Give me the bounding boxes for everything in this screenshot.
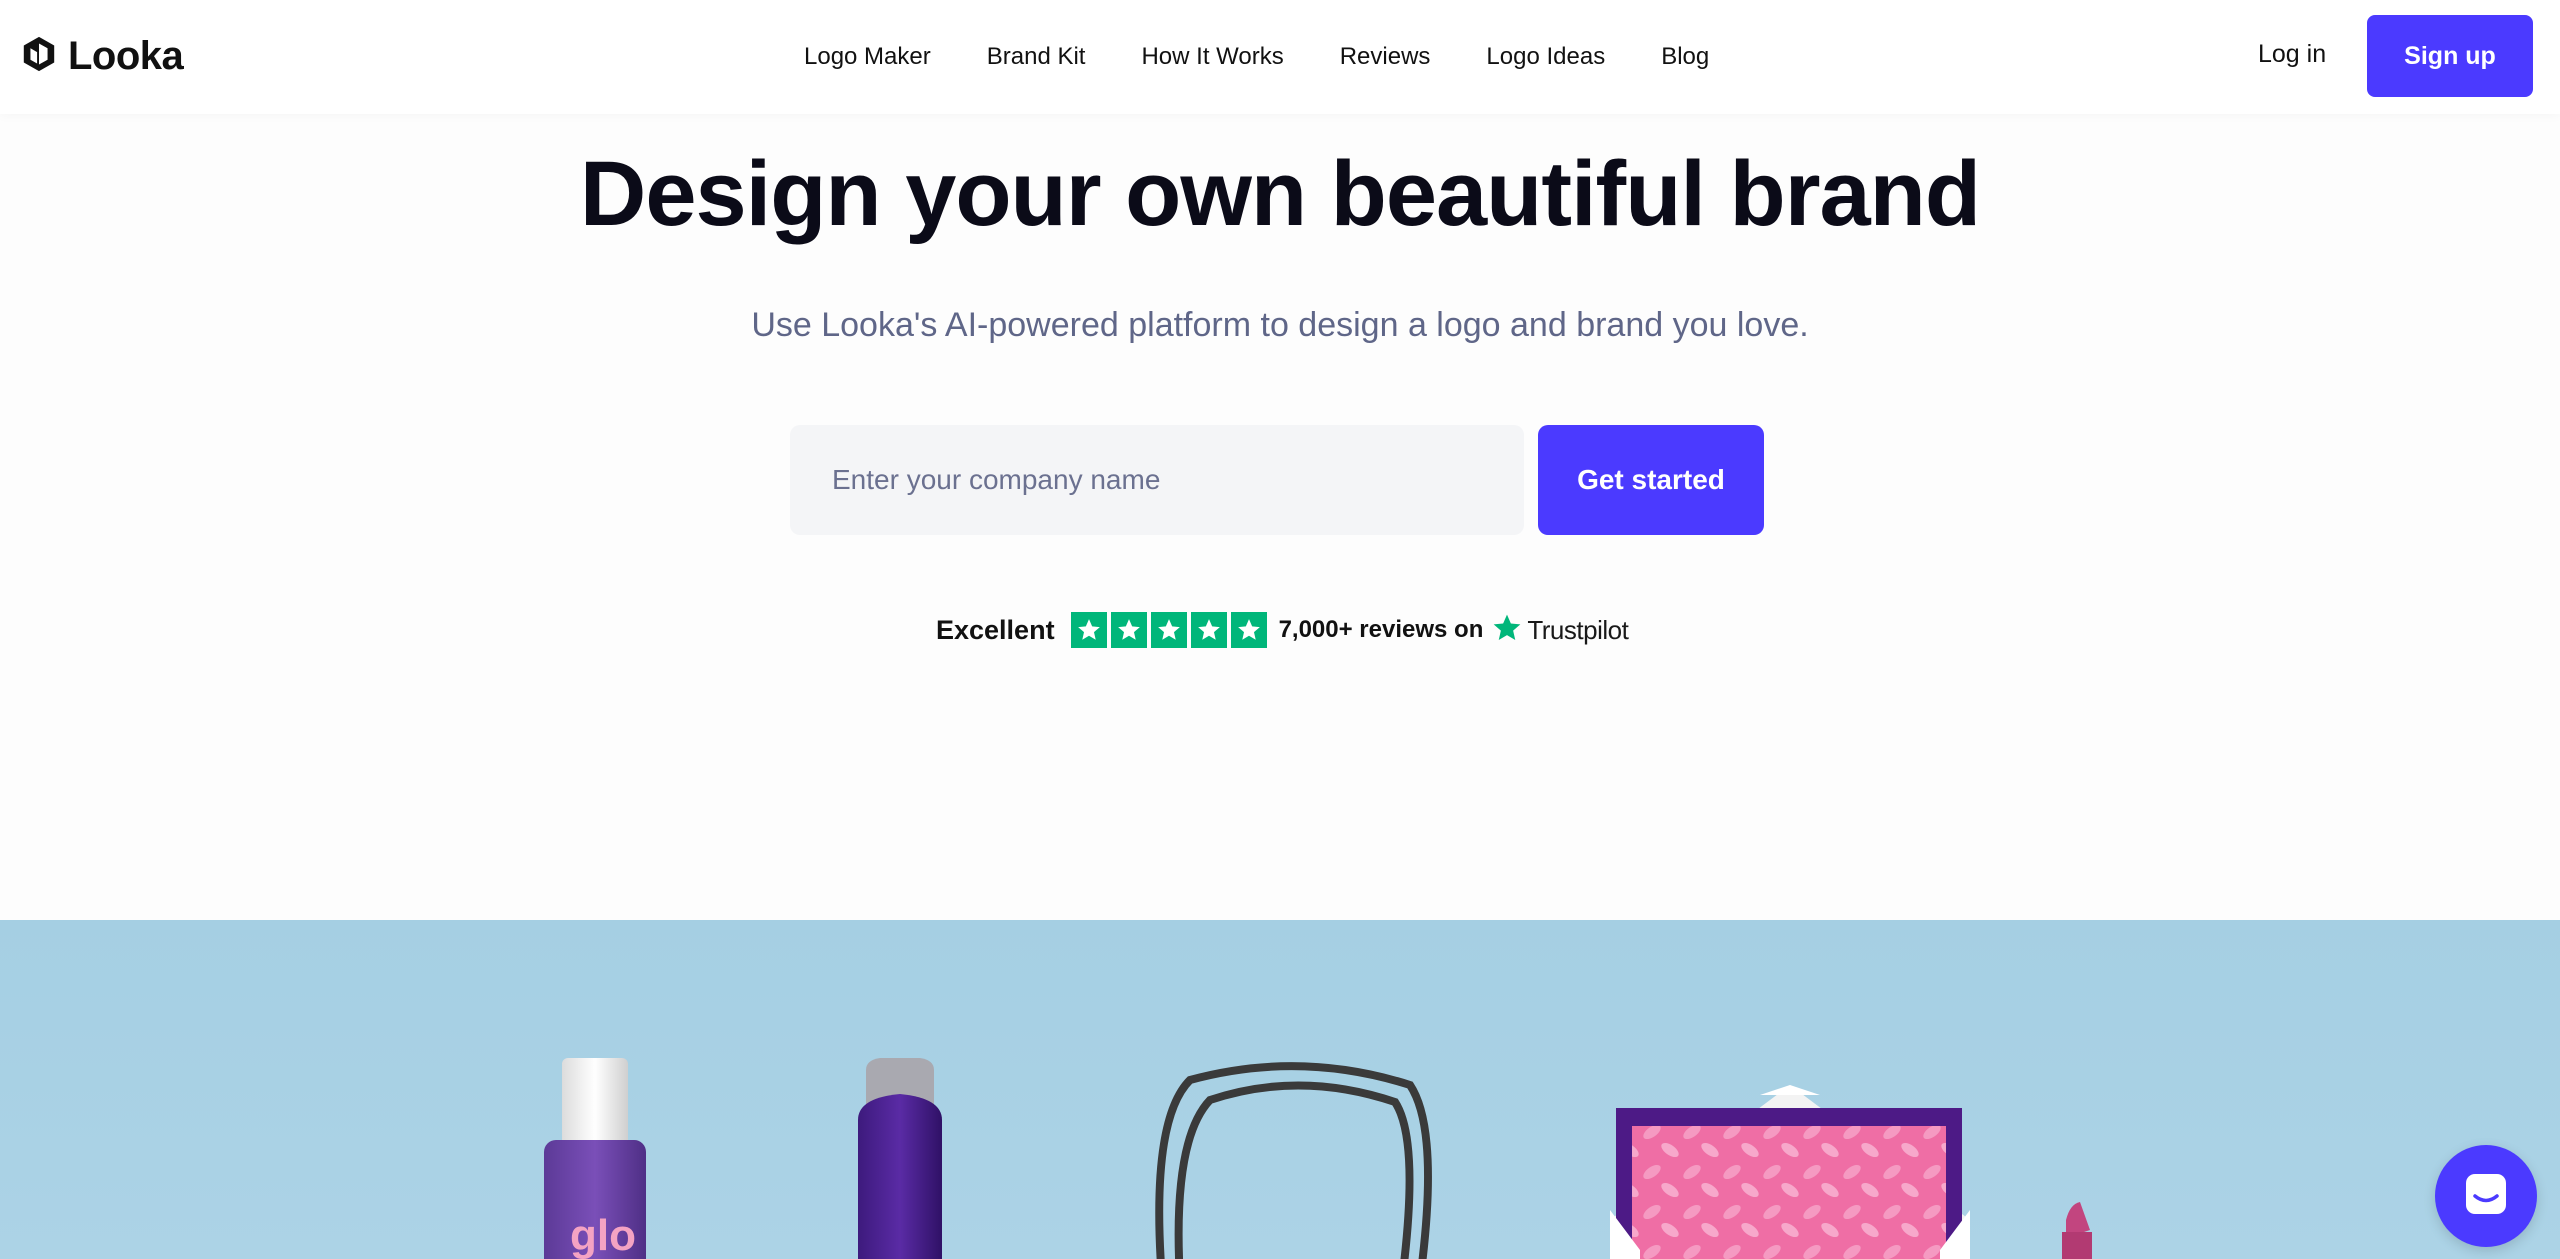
nav-blog[interactable]: Blog <box>1661 43 1709 71</box>
signup-button[interactable]: Sign up <box>2367 15 2533 97</box>
site-header: Looka Logo Maker Brand Kit How It Works … <box>0 0 2560 114</box>
get-started-button[interactable]: Get started <box>1538 425 1764 535</box>
chat-button[interactable] <box>2435 1145 2537 1247</box>
star-icon <box>1070 612 1107 648</box>
brand-mockup-photo: glo <box>0 920 2560 1259</box>
star-icon <box>1150 612 1187 648</box>
company-name-input[interactable] <box>790 425 1524 535</box>
trustpilot-star-icon <box>1491 612 1523 649</box>
nav-brand-kit[interactable]: Brand Kit <box>987 43 1086 71</box>
rating-stars <box>1070 612 1267 648</box>
hero-subtitle: Use Looka's AI-powered platform to desig… <box>751 306 1809 344</box>
trustpilot-logo: Trustpilot <box>1527 614 1629 645</box>
chat-icon <box>2460 1168 2512 1225</box>
hero-title: Design your own beautiful brand <box>579 143 1981 245</box>
bottle-label: glo <box>570 1211 636 1259</box>
shopping-bag <box>1155 1062 1432 1259</box>
nav-logo-maker[interactable]: Logo Maker <box>804 43 931 71</box>
envelope-card <box>1610 1085 1970 1259</box>
nail-polish-bottle: glo <box>544 1058 646 1259</box>
brand-name: Looka <box>68 34 184 78</box>
main-nav: Logo Maker Brand Kit How It Works Review… <box>804 0 1709 114</box>
product-mockup-scene: glo <box>544 1058 2092 1259</box>
star-icon <box>1110 612 1147 648</box>
brand-logo[interactable]: Looka <box>20 34 184 79</box>
rating-word: Excellent <box>936 614 1055 645</box>
login-link[interactable]: Log in <box>2258 40 2326 69</box>
looka-logo-icon <box>20 35 58 78</box>
nav-logo-ideas[interactable]: Logo Ideas <box>1486 43 1605 71</box>
lipstick <box>2062 1202 2092 1259</box>
reviews-count: 7,000+ reviews on <box>1278 616 1484 643</box>
star-icon <box>1190 612 1227 648</box>
nav-reviews[interactable]: Reviews <box>1340 43 1431 71</box>
trustpilot-rating[interactable]: Excellent 7,000+ reviews on Trustpilot <box>936 611 1629 649</box>
nav-how-it-works[interactable]: How It Works <box>1141 43 1283 71</box>
star-icon <box>1230 612 1267 648</box>
spray-can <box>858 1058 942 1259</box>
